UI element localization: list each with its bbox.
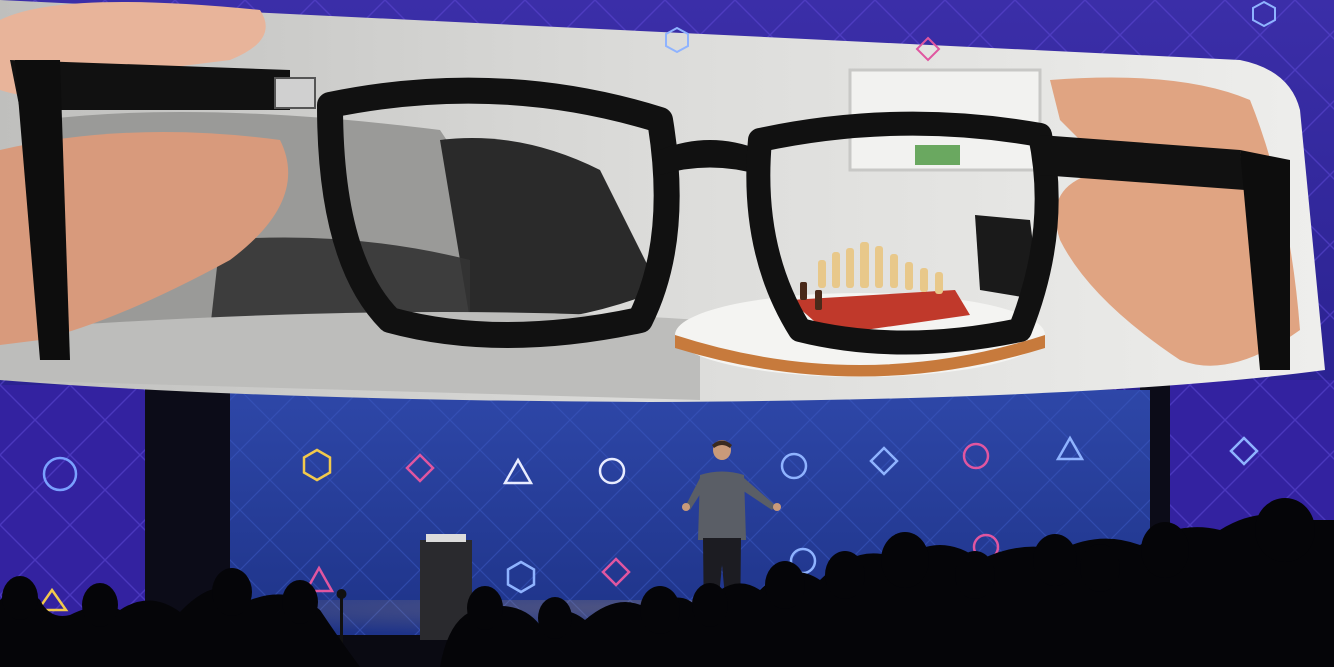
stage-illustration: [0, 0, 1334, 667]
keynote-stage-photo: [0, 0, 1334, 667]
plant: [915, 145, 960, 165]
